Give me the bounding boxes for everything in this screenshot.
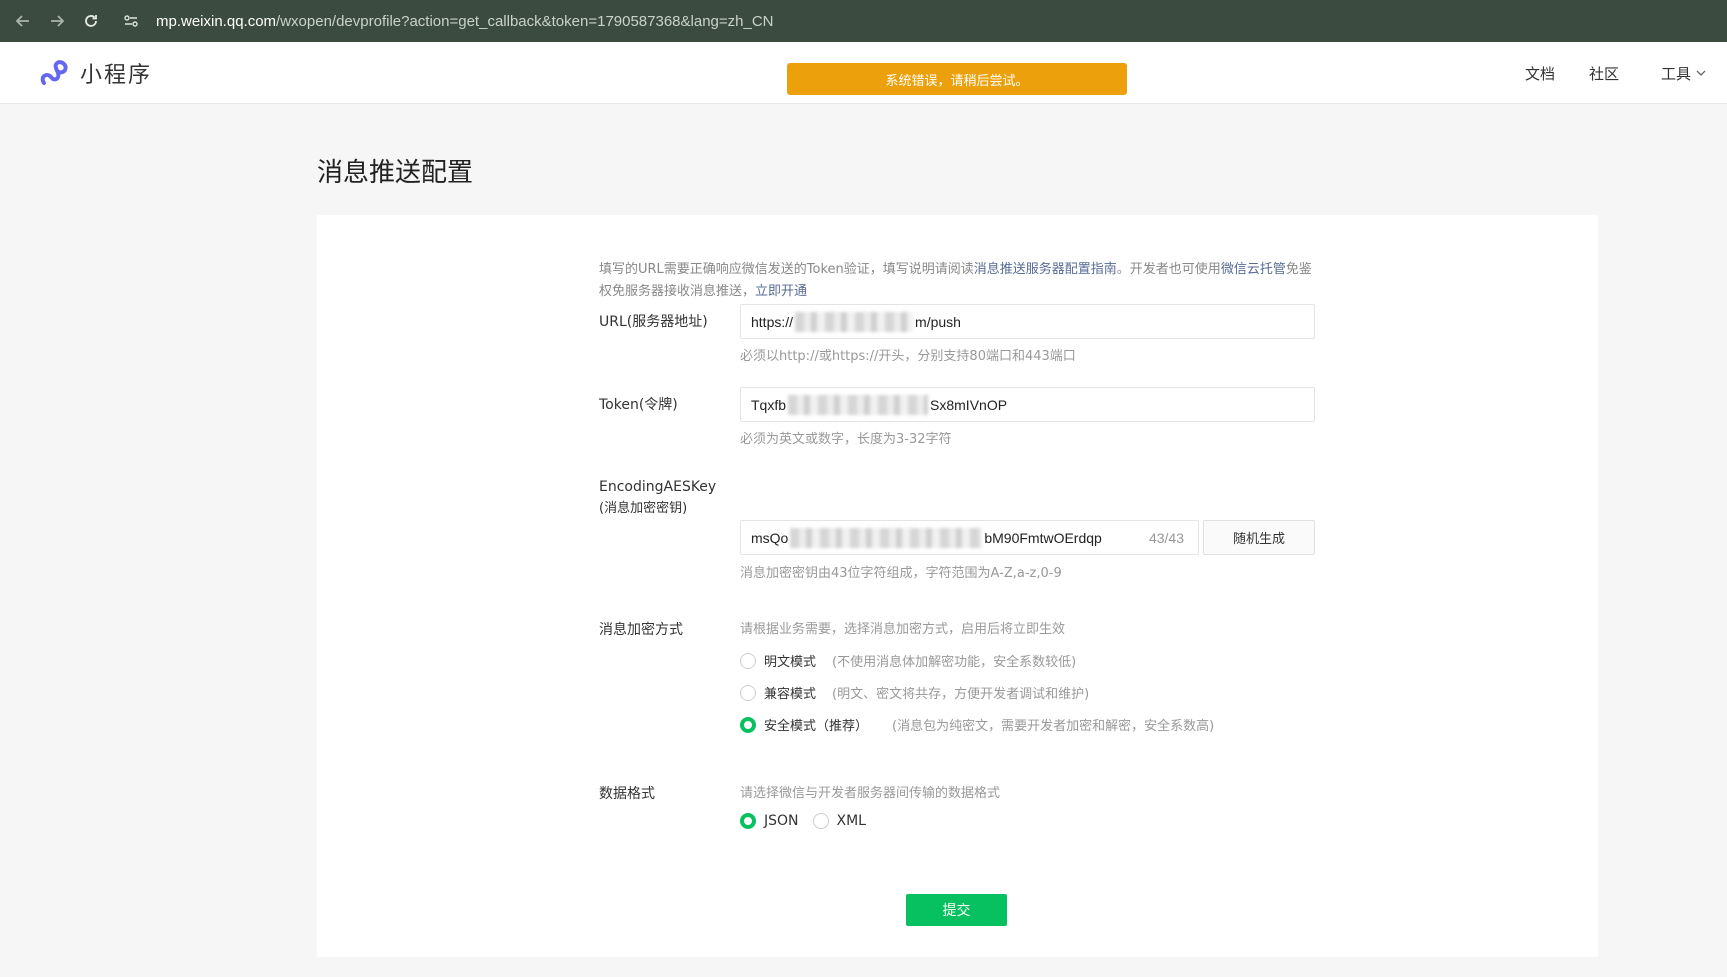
reload-icon (85, 15, 97, 27)
token-value-prefix: Tqxfb (751, 396, 787, 413)
top-navigation: 小程序 系统错误，请稍后尝试。 文档 社区 工具 (0, 42, 1727, 104)
radio-desc: (明文、密文将共存，方便开发者调试和维护) (832, 687, 1090, 702)
submit-button[interactable]: 提交 (906, 894, 1007, 926)
aes-label: EncodingAESKey (消息加密密钥) (599, 477, 716, 519)
encryption-label: 消息加密方式 (599, 622, 683, 638)
data-format-label: 数据格式 (599, 786, 655, 802)
nav-community[interactable]: 社区 (1589, 63, 1619, 84)
site-settings-icon[interactable] (120, 10, 142, 32)
radio-circle[interactable] (740, 652, 756, 669)
data-format-hint: 请选择微信与开发者服务器间传输的数据格式 (740, 786, 1001, 801)
redacted-mask (790, 527, 983, 548)
radio-json-label[interactable]: JSON (764, 813, 799, 829)
arrow-left-icon (15, 15, 29, 27)
guide-link[interactable]: 消息推送服务器配置指南 (974, 262, 1117, 277)
cloud-hosting-link[interactable]: 微信云托管 (1221, 262, 1286, 277)
token-hint: 必须为英文或数字，长度为3-32字符 (740, 432, 952, 447)
generate-key-button[interactable]: 随机生成 (1203, 520, 1315, 555)
arrow-right-icon (51, 15, 65, 27)
radio-label: 安全模式（推荐） (764, 719, 869, 734)
radio-xml[interactable] (812, 813, 829, 829)
intro-part2: 。开发者也可使用 (1116, 262, 1221, 277)
aes-hint: 消息加密密钥由43位字符组成，字符范围为A-Z,a-z,0-9 (740, 566, 1062, 581)
browser-toolbar: mp.weixin.qq.com/wxopen/devprofile?actio… (0, 0, 1727, 42)
radio-desc: (不使用消息体加解密功能，安全系数较低) (832, 655, 1077, 670)
url-input[interactable]: https:// m/push (740, 304, 1315, 339)
config-card: 填写的URL需要正确响应微信发送的Token验证，填写说明请阅读消息推送服务器配… (317, 215, 1598, 957)
miniprogram-logo-icon (40, 60, 68, 85)
error-toast: 系统错误，请稍后尝试。 (787, 63, 1127, 95)
intro-part1: 填写的URL需要正确响应微信发送的Token验证，填写说明请阅读 (599, 262, 974, 277)
page-title: 消息推送配置 (317, 158, 474, 188)
url-value-prefix: https:// (751, 313, 794, 330)
logo[interactable]: 小程序 (38, 57, 152, 89)
logo-text: 小程序 (80, 63, 153, 88)
nav-tools[interactable]: 工具 (1661, 63, 1707, 84)
url-label: URL(服务器地址) (599, 314, 708, 330)
nav-tools-label: 工具 (1660, 64, 1691, 83)
url-value-suffix: m/push (915, 313, 961, 330)
token-value-suffix: Sx8mIVnOP (930, 396, 1008, 413)
nav-links: 文档 社区 工具 (1491, 42, 1707, 104)
url-host: mp.weixin.qq.com (156, 12, 277, 30)
reload-button[interactable] (74, 4, 108, 38)
encryption-hint: 请根据业务需要，选择消息加密方式，启用后将立即生效 (740, 622, 1066, 637)
forward-button[interactable] (40, 4, 74, 38)
intro-text: 填写的URL需要正确响应微信发送的Token验证，填写说明请阅读消息推送服务器配… (599, 259, 1319, 303)
format-options: JSON XML (740, 813, 866, 829)
activate-link[interactable]: 立即开通 (755, 284, 807, 299)
url-path: /wxopen/devprofile?action=get_callback&t… (276, 12, 774, 30)
chevron-down-icon (1696, 70, 1706, 76)
aes-label-line2: (消息加密密钥) (599, 501, 688, 516)
radio-xml-label[interactable]: XML (837, 813, 866, 829)
token-label: Token(令牌) (599, 397, 678, 413)
radio-json[interactable] (740, 813, 756, 829)
aes-char-counter: 43/43 (1148, 529, 1184, 546)
radio-circle[interactable] (740, 684, 756, 701)
radio-compatible[interactable]: 兼容模式 (明文、密文将共存，方便开发者调试和维护) (740, 683, 1089, 702)
radio-plaintext[interactable]: 明文模式 (不使用消息体加解密功能，安全系数较低) (740, 651, 1076, 670)
aes-label-line1: EncodingAESKey (599, 479, 717, 495)
radio-desc: (消息包为纯密文，需要开发者加密和解密，安全系数高) (892, 719, 1215, 734)
token-input[interactable]: Tqxfb Sx8mIVnOP (740, 387, 1315, 422)
radio-label: 兼容模式 (764, 687, 817, 702)
radio-label: 明文模式 (764, 655, 817, 670)
aes-value-suffix: bM90FmtwOErdqp (984, 529, 1102, 546)
url-hint: 必须以http://或https://开头，分别支持80端口和443端口 (740, 349, 1076, 364)
radio-secure[interactable]: 安全模式（推荐） (消息包为纯密文，需要开发者加密和解密，安全系数高) (740, 715, 1214, 734)
back-button[interactable] (6, 4, 40, 38)
redacted-mask (788, 394, 929, 415)
aes-key-input[interactable]: msQo bM90FmtwOErdqp 43/43 (740, 520, 1199, 555)
nav-docs[interactable]: 文档 (1525, 63, 1555, 84)
aes-value-prefix: msQo (751, 529, 789, 546)
radio-circle-selected[interactable] (740, 716, 756, 733)
redacted-mask (795, 311, 914, 332)
address-bar[interactable]: mp.weixin.qq.com/wxopen/devprofile?actio… (120, 4, 774, 38)
